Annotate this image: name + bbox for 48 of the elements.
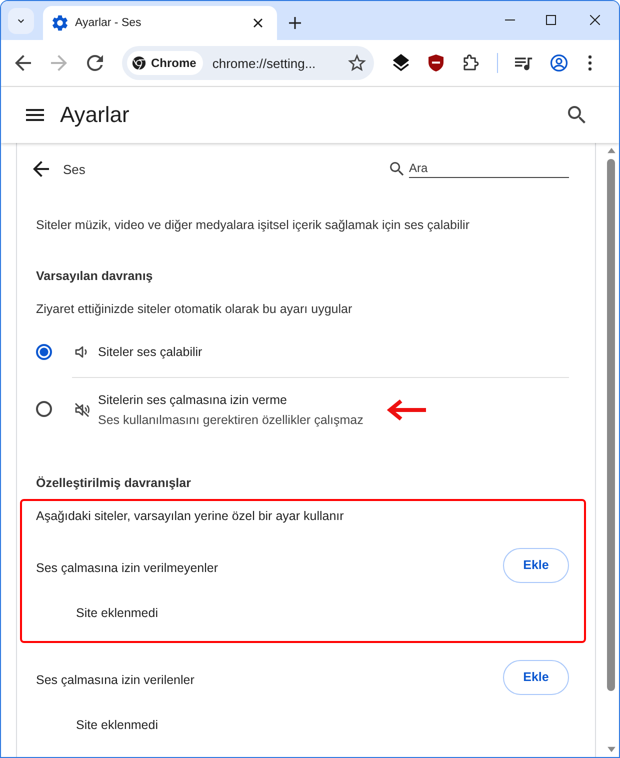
empty-list-text: Site eklenmedi (76, 718, 158, 732)
reload-icon (86, 54, 104, 72)
add-button[interactable]: Ekle (503, 548, 569, 582)
puzzle-piece-icon[interactable] (462, 54, 480, 72)
close-icon (253, 18, 263, 28)
browser-logo-icon (132, 56, 146, 70)
arrow-forward-icon (50, 54, 68, 72)
page-title: Ses (63, 162, 86, 176)
arrow-back-icon[interactable] (32, 160, 50, 178)
section-hint: Aşağıdaki siteler, varsayılan yerine özel bir ayar kullanır (36, 508, 345, 525)
option-label: Siteler ses çalabilir (98, 344, 202, 361)
scrollbar-thumb[interactable] (607, 159, 615, 691)
option-description: Ses kullanılmasını gerektiren özellikler çalışmaz (98, 412, 364, 429)
scroll-down-icon[interactable] (606, 746, 616, 753)
scroll-up-icon[interactable] (606, 147, 616, 154)
close-icon (590, 15, 600, 25)
empty-list-text: Site eklenmedi (76, 606, 158, 620)
layers-icon[interactable] (392, 54, 410, 72)
radio-button[interactable] (36, 401, 52, 417)
list-title: Ses çalmasına izin verilmeyenler (36, 560, 218, 574)
search-icon[interactable] (568, 106, 586, 124)
tab-title: Ayarlar - Ses (75, 17, 142, 29)
option-label: Sitelerin ses çalmasına izin verme (98, 392, 288, 409)
menu-icon[interactable] (26, 106, 44, 124)
plus-icon (289, 17, 301, 29)
section-heading: Varsayılan davranış (36, 268, 154, 285)
section-heading: Özelleştirilmiş davranışlar (36, 475, 192, 492)
shield-icon[interactable] (427, 54, 445, 72)
speaker-muted-icon (74, 402, 90, 418)
settings-title: Ayarlar (60, 102, 130, 128)
add-button[interactable]: Ekle (503, 660, 569, 694)
star-icon[interactable] (348, 54, 366, 72)
maximize-icon (546, 15, 556, 25)
address-bar[interactable]: Chrome chrome://setting... (122, 46, 374, 80)
site-chip[interactable]: Chrome (127, 51, 204, 75)
arrow-back-icon (14, 54, 32, 72)
description-text: Siteler müzik, video ve diğer medyalara işitsel içerik sağlamak için ses çalabilir (36, 217, 470, 234)
profile-icon[interactable] (550, 54, 568, 72)
gear-icon (52, 15, 68, 31)
search-field[interactable]: Ara (409, 160, 569, 178)
search-icon (390, 162, 404, 176)
section-hint: Ziyaret ettiğinizde siteler otomatik olarak bu ayarı uygular (36, 301, 354, 318)
address-text: chrome://setting... (212, 56, 317, 70)
site-chip-label: Chrome (151, 56, 196, 70)
browser-tab[interactable]: Ayarlar - Ses (43, 6, 277, 40)
radio-button[interactable] (36, 344, 52, 360)
list-title: Ses çalmasına izin verilenler (36, 672, 194, 686)
more-menu-icon[interactable] (588, 54, 592, 72)
